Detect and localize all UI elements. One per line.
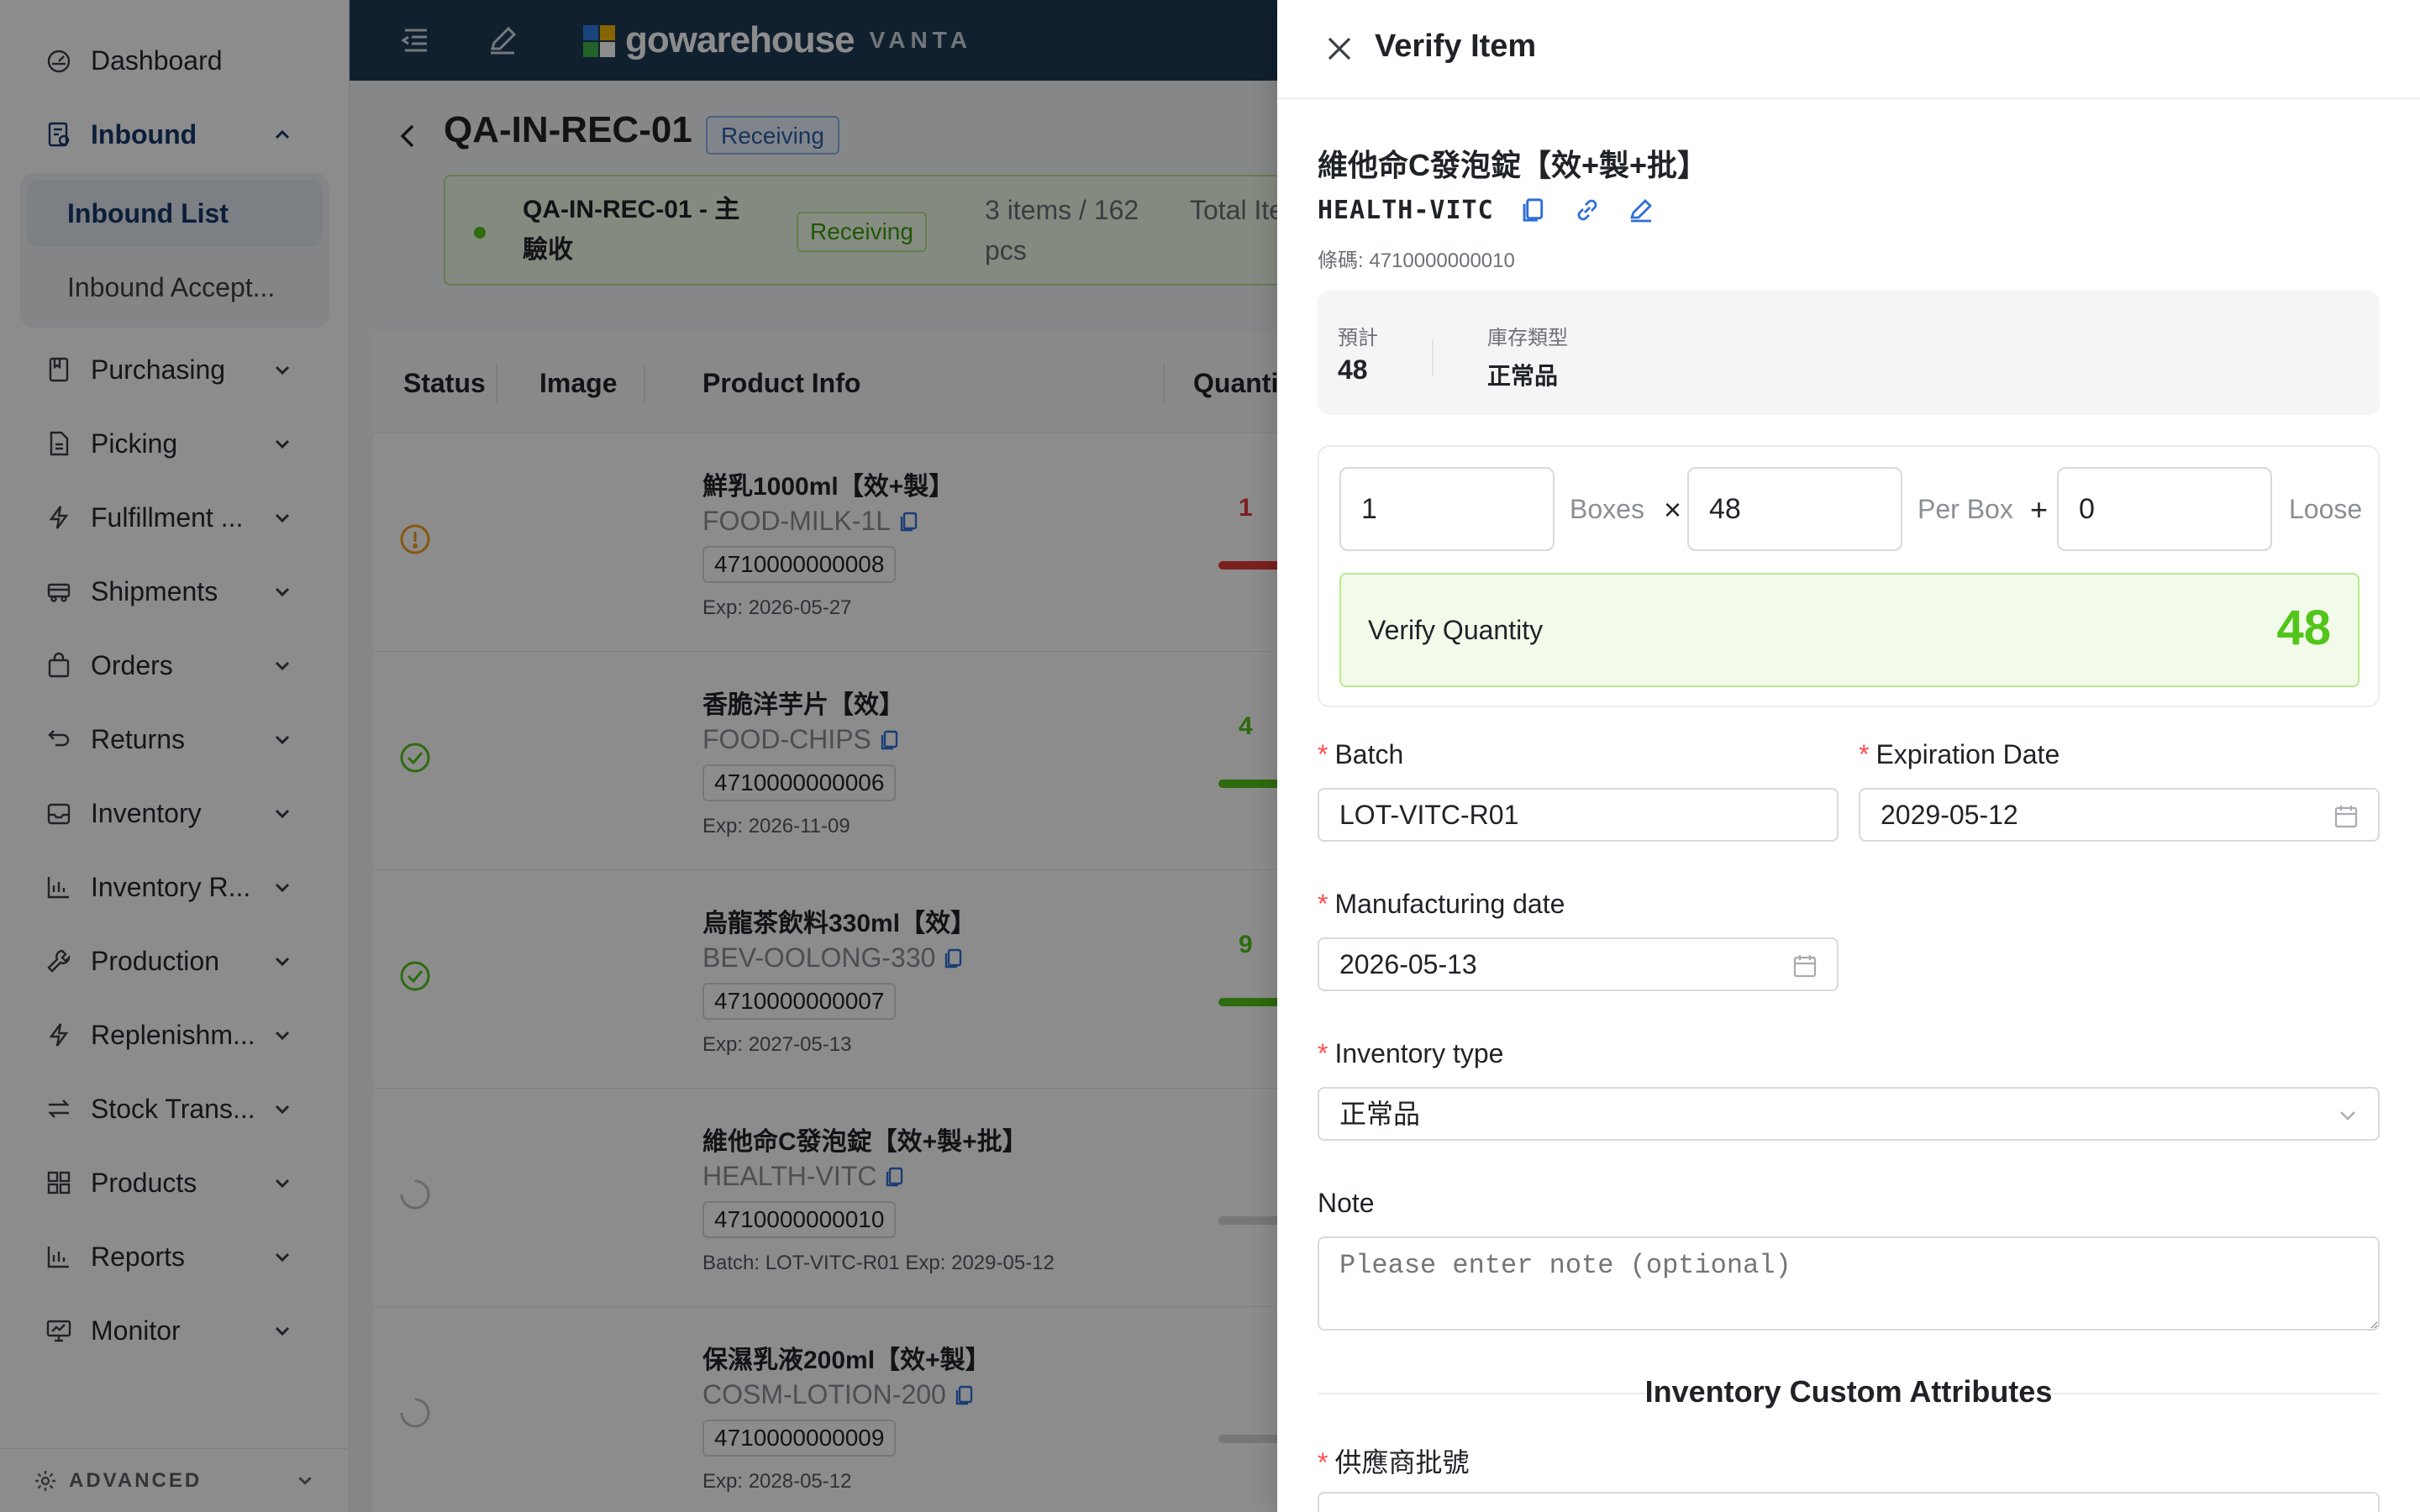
note-label: Note: [1318, 1188, 1375, 1218]
expiration-date-picker[interactable]: 2029-05-12: [1859, 788, 2380, 842]
per-box-input[interactable]: [1687, 467, 1902, 551]
batch-input[interactable]: LOT-VITC-R01: [1318, 788, 1839, 842]
copy-icon[interactable]: [1519, 196, 1548, 224]
boxes-unit-label: Boxes: [1570, 494, 1644, 524]
calendar-icon: [2333, 803, 2360, 830]
verify-quantity-summary: Verify Quantity 48: [1339, 573, 2360, 687]
custom-attributes-title: Inventory Custom Attributes: [1644, 1374, 2053, 1409]
inventory-type-label: 庫存類型: [1487, 327, 1568, 349]
item-stats: 預計 48 庫存類型 正常品: [1318, 291, 2380, 415]
item-sku-row: HEALTH-VITC: [1318, 193, 1655, 227]
expected-label: 預計: [1338, 327, 1378, 349]
verify-quantity-label: Verify Quantity: [1368, 615, 1544, 645]
inventory-type-value: 正常品: [1487, 363, 1559, 389]
drawer-title: Verify Item: [1375, 29, 1537, 64]
chevron-down-icon: [2336, 1104, 2360, 1127]
boxes-input[interactable]: [1339, 467, 1555, 551]
manufacturing-date-label: * Manufacturing date: [1318, 889, 1565, 919]
multiply-sign: ×: [1664, 492, 1682, 527]
verify-item-drawer: Verify Item 維他命C發泡錠【效+製+批】 HEALTH-VITC 條…: [1277, 0, 2420, 1512]
note-textarea[interactable]: [1318, 1236, 2380, 1331]
loose-input[interactable]: [2057, 467, 2272, 551]
inventory-type-select[interactable]: 正常品: [1318, 1087, 2380, 1141]
calendar-icon: [1791, 953, 1818, 979]
close-icon[interactable]: [1323, 32, 1356, 66]
manufacturing-date-picker[interactable]: 2026-05-13: [1318, 937, 1839, 991]
batch-label: * Batch: [1318, 739, 1404, 769]
link-icon[interactable]: [1573, 196, 1602, 224]
drawer-header: Verify Item: [1277, 0, 2420, 99]
inventory-type-field-label: * Inventory type: [1318, 1038, 1504, 1068]
expiration-date-label: * Expiration Date: [1859, 739, 2060, 769]
verify-quantity-value: 48: [2276, 601, 2331, 655]
item-sku: HEALTH-VITC: [1318, 195, 1494, 225]
plus-sign: +: [2030, 492, 2049, 527]
item-barcode: 條碼: 4710000000010: [1318, 249, 1515, 272]
edit-icon[interactable]: [1627, 196, 1655, 224]
custom-attributes-divider: Inventory Custom Attributes: [1318, 1374, 2380, 1411]
item-name: 維他命C發泡錠【效+製+批】: [1318, 148, 1708, 182]
supplier-batch-input[interactable]: [1318, 1492, 2380, 1512]
modal-backdrop[interactable]: [0, 0, 1277, 1512]
quantity-card: Boxes × Per Box + Loose Verify Quantity …: [1318, 445, 2380, 707]
per-box-unit-label: Per Box: [1918, 494, 2013, 524]
supplier-batch-label: * 供應商批號: [1318, 1447, 1470, 1478]
loose-unit-label: Loose: [2289, 494, 2363, 524]
expected-value: 48: [1338, 354, 1368, 385]
